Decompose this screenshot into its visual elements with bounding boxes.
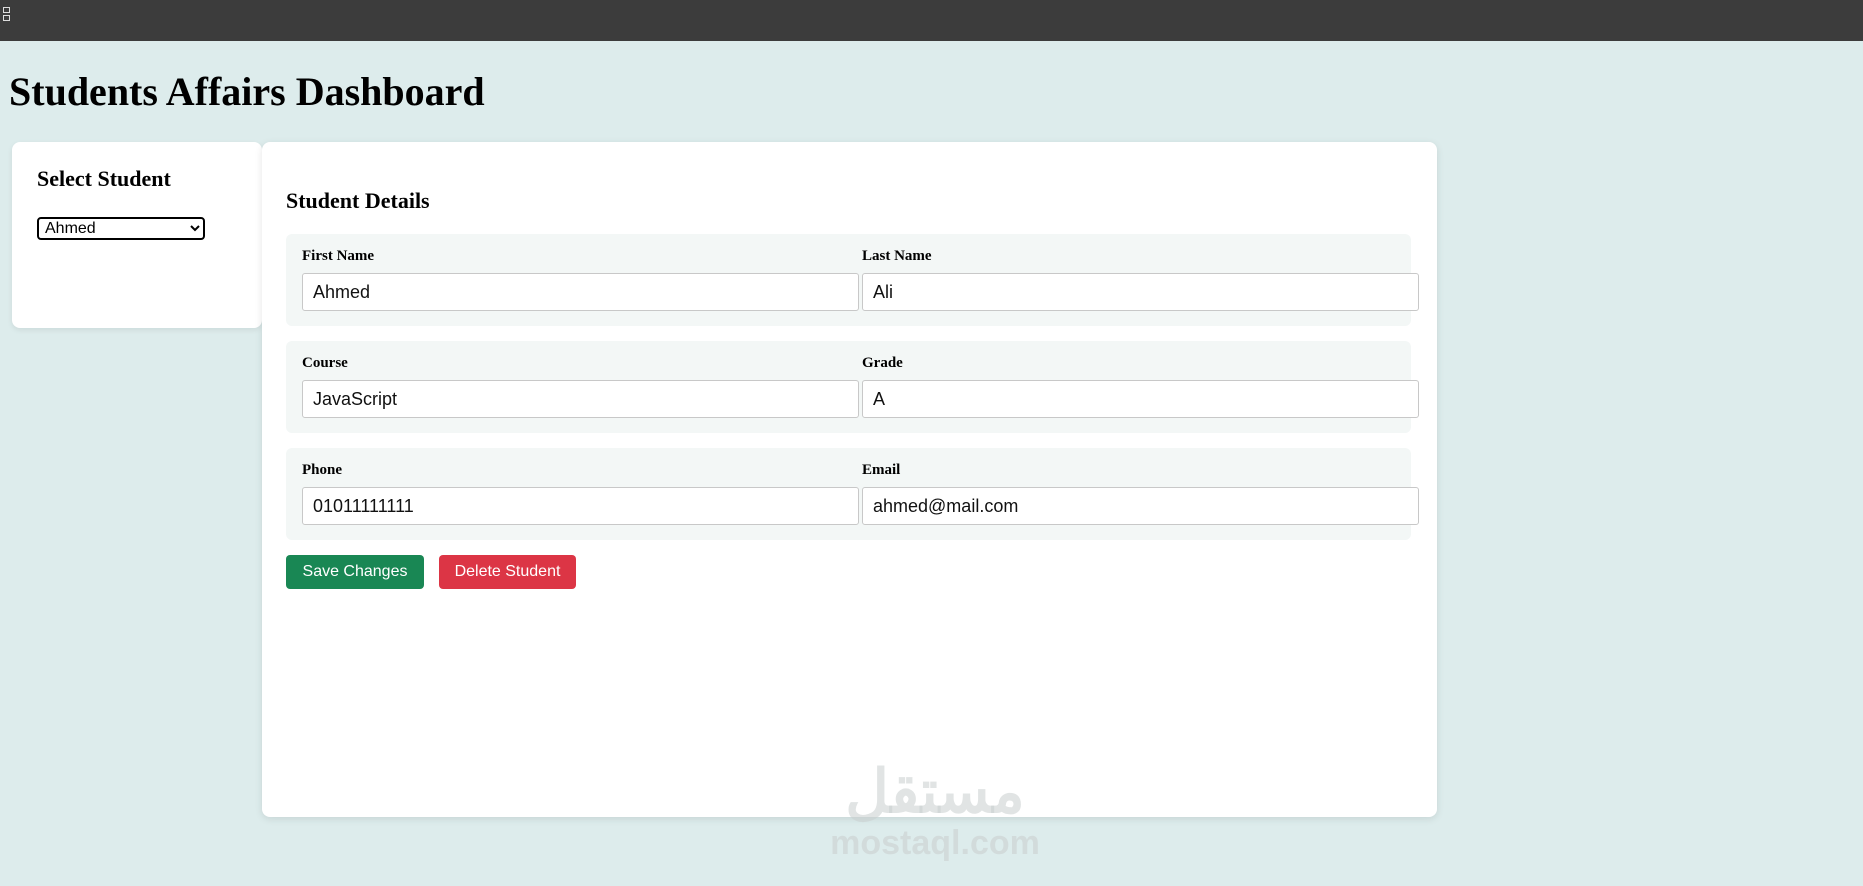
student-selector-panel: Select Student Ahmed — [12, 142, 262, 328]
student-select[interactable]: Ahmed — [37, 217, 205, 240]
first-name-label: First Name — [302, 248, 375, 264]
email-input[interactable] — [862, 487, 1419, 525]
course-field: Course — [302, 355, 859, 418]
phone-field: Phone — [302, 462, 859, 525]
phone-label: Phone — [302, 462, 343, 478]
grade-field: Grade — [862, 355, 1419, 418]
window-icon — [3, 7, 11, 25]
course-label: Course — [302, 355, 348, 371]
watermark-text: mostaql.com — [830, 824, 1040, 862]
student-details-heading: Student Details — [286, 188, 430, 213]
last-name-label: Last Name — [862, 248, 932, 264]
last-name-input[interactable] — [862, 273, 1419, 311]
delete-student-button[interactable]: Delete Student — [439, 555, 576, 589]
student-details-panel: Student Details First Name Last Name Cou… — [262, 142, 1437, 817]
page-title: Students Affairs Dashboard — [9, 69, 485, 114]
course-input[interactable] — [302, 380, 859, 418]
last-name-field: Last Name — [862, 248, 1419, 311]
first-name-field: First Name — [302, 248, 859, 311]
first-name-input[interactable] — [302, 273, 859, 311]
contact-row: Phone Email — [286, 448, 1419, 540]
grade-input[interactable] — [862, 380, 1419, 418]
save-changes-button[interactable]: Save Changes — [286, 555, 424, 589]
browser-top-bar — [0, 0, 1863, 41]
email-field: Email — [862, 462, 1419, 525]
course-row: Course Grade — [286, 341, 1419, 433]
watermark-arabic: مستقل — [845, 758, 1025, 825]
mostaql-watermark: مستقل mostaql.com — [815, 760, 1055, 863]
phone-input[interactable] — [302, 487, 859, 525]
grade-label: Grade — [862, 355, 903, 371]
select-student-heading: Select Student — [37, 166, 171, 191]
name-row: First Name Last Name — [286, 234, 1419, 326]
email-label: Email — [862, 462, 901, 478]
